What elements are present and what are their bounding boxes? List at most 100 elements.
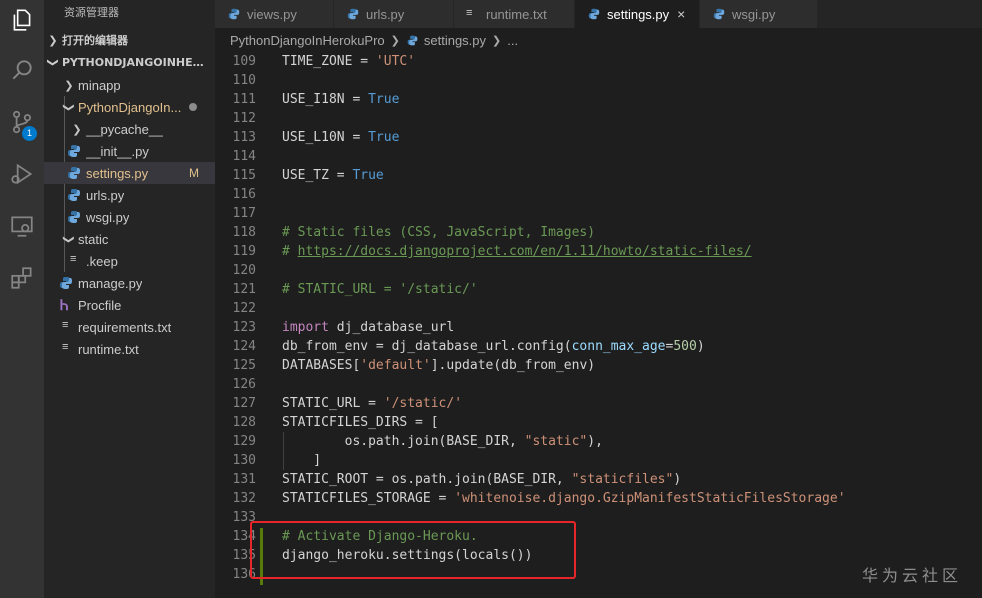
code-keyword: True	[368, 130, 400, 145]
code-line: 115 USE_TZ = True	[215, 166, 982, 185]
tab-label: runtime.txt	[486, 6, 547, 22]
code-text: TIME_ZONE =	[282, 54, 376, 69]
tab-label: wsgi.py	[732, 6, 776, 22]
tab-views-py[interactable]: views.py	[215, 0, 334, 28]
tab-wsgi-py[interactable]: wsgi.py	[700, 0, 818, 28]
tree-file-manage[interactable]: manage.py	[44, 272, 215, 294]
line-number: 131	[232, 472, 256, 487]
code-string: "staticfiles"	[571, 472, 674, 487]
python-file-icon	[68, 167, 80, 179]
code-editor[interactable]: 109 TIME_ZONE = 'UTC' 110 111 USE_I18N = T…	[215, 52, 982, 598]
chevron-right-icon: ❯	[492, 34, 502, 47]
breadcrumb-file[interactable]: settings.py	[424, 33, 486, 48]
tree-file-init[interactable]: __init__.py	[44, 140, 215, 162]
python-file-icon	[347, 8, 359, 20]
tree-file-runtime[interactable]: ≡ runtime.txt	[44, 338, 215, 360]
tree-folder-pycache[interactable]: ❯ __pycache__	[44, 118, 215, 140]
python-file-icon	[68, 211, 80, 223]
project-section[interactable]: ❯ PYTHONDJANGOINHEROK...	[44, 51, 215, 73]
tab-close-icon[interactable]: ×	[677, 6, 685, 22]
text-file-icon: ≡	[62, 319, 69, 331]
code-text: USE_I18N =	[282, 92, 369, 107]
modified-status-badge: M	[189, 166, 199, 180]
text-file-icon: ≡	[62, 341, 69, 353]
remote-explorer-icon[interactable]	[0, 206, 44, 246]
line-number: 119	[232, 244, 256, 259]
code-text: STATICFILES_DIRS = [	[282, 415, 439, 430]
code-keyword: True	[368, 92, 400, 107]
code-text: )	[673, 472, 682, 487]
code-line: 121 # STATIC_URL = '/static/'	[215, 280, 982, 299]
activity-bar: 1	[0, 0, 44, 598]
open-editors-section[interactable]: ❯ 打开的编辑器	[44, 29, 215, 51]
code-line: 125 DATABASES['default'].update(db_from_e…	[215, 356, 982, 375]
line-number: 115	[232, 168, 256, 183]
code-text: USE_L10N =	[282, 130, 369, 145]
tab-runtime-txt[interactable]: ≡ runtime.txt	[454, 0, 575, 28]
project-label: PYTHONDJANGOINHEROK...	[62, 55, 212, 69]
tree-file-wsgi[interactable]: wsgi.py	[44, 206, 215, 228]
line-number: 122	[232, 301, 256, 316]
line-number: 116	[232, 187, 256, 202]
line-number: 112	[232, 111, 256, 126]
chevron-right-icon: ❯	[72, 123, 82, 136]
line-number: 129	[232, 434, 256, 449]
code-line: 126	[215, 375, 982, 394]
code-line: 112	[215, 109, 982, 128]
tree-item-label: wsgi.py	[86, 209, 130, 225]
code-link[interactable]: https://docs.djangoproject.com/en/1.11/h…	[298, 244, 752, 259]
code-line: 111 USE_I18N = True	[215, 90, 982, 109]
tab-label: settings.py	[607, 6, 670, 22]
text-file-icon: ≡	[70, 253, 77, 265]
tree-file-keep[interactable]: ≡ .keep	[44, 250, 215, 272]
line-number: 124	[232, 339, 256, 354]
line-number: 130	[232, 453, 256, 468]
code-line: 117	[215, 204, 982, 223]
open-editors-label: 打开的编辑器	[62, 34, 128, 47]
line-number: 132	[232, 491, 256, 506]
line-number: 117	[232, 206, 256, 221]
code-line: 129 os.path.join(BASE_DIR, "static"),	[215, 432, 982, 451]
run-debug-icon[interactable]	[0, 154, 44, 194]
code-comment: # STATIC_URL = '/static/'	[282, 282, 478, 297]
code-comment: #	[282, 244, 298, 259]
extensions-icon[interactable]	[0, 258, 44, 298]
line-number: 111	[232, 92, 256, 107]
tree-folder-project[interactable]: ❯ PythonDjangoIn...	[44, 96, 215, 118]
chevron-right-icon: ❯	[48, 33, 58, 47]
line-number: 128	[232, 415, 256, 430]
source-control-icon[interactable]: 1	[0, 102, 44, 142]
line-number: 109	[232, 54, 256, 69]
tree-folder-static[interactable]: ❯ static	[44, 228, 215, 250]
code-text: DATABASES[	[282, 358, 361, 373]
tree-folder-minapp[interactable]: ❯ minapp	[44, 74, 215, 96]
explorer-sidebar: 资源管理器 ❯ 打开的编辑器 ❯ PYTHONDJANGOINHEROK... …	[44, 0, 215, 598]
tree-file-urls[interactable]: urls.py	[44, 184, 215, 206]
tree-item-label: settings.py	[86, 165, 149, 181]
tree-file-settings[interactable]: settings.py M	[44, 162, 215, 184]
scm-badge: 1	[22, 126, 37, 141]
code-text: ].update(db_from_env)	[430, 358, 596, 373]
code-line: 127 STATIC_URL = '/static/'	[215, 394, 982, 413]
tree-item-label: manage.py	[78, 275, 143, 291]
tree-item-label: Procfile	[78, 297, 122, 313]
code-line: 130 ]	[215, 451, 982, 470]
breadcrumb-project[interactable]: PythonDjangoInHerokuPro	[230, 33, 385, 48]
tab-urls-py[interactable]: urls.py	[334, 0, 454, 28]
code-line: 123 import dj_database_url	[215, 318, 982, 337]
code-line: 116	[215, 185, 982, 204]
tree-item-label: urls.py	[86, 187, 125, 203]
code-line: 120	[215, 261, 982, 280]
tab-settings-py[interactable]: settings.py ×	[575, 0, 700, 28]
tree-file-procfile[interactable]: Ꮒ Procfile	[44, 294, 215, 316]
code-text: STATIC_ROOT = os.path.join(BASE_DIR,	[282, 472, 572, 487]
breadcrumb-more[interactable]: ...	[507, 33, 518, 48]
python-file-icon	[68, 145, 80, 157]
sidebar-title: 资源管理器	[64, 6, 119, 19]
code-text: STATICFILES_STORAGE =	[282, 491, 455, 506]
tree-item-label: requirements.txt	[78, 319, 172, 335]
code-keyword: import	[282, 320, 329, 335]
search-icon[interactable]	[0, 50, 44, 90]
explorer-icon[interactable]	[0, 0, 44, 40]
tree-file-requirements[interactable]: ≡ requirements.txt	[44, 316, 215, 338]
